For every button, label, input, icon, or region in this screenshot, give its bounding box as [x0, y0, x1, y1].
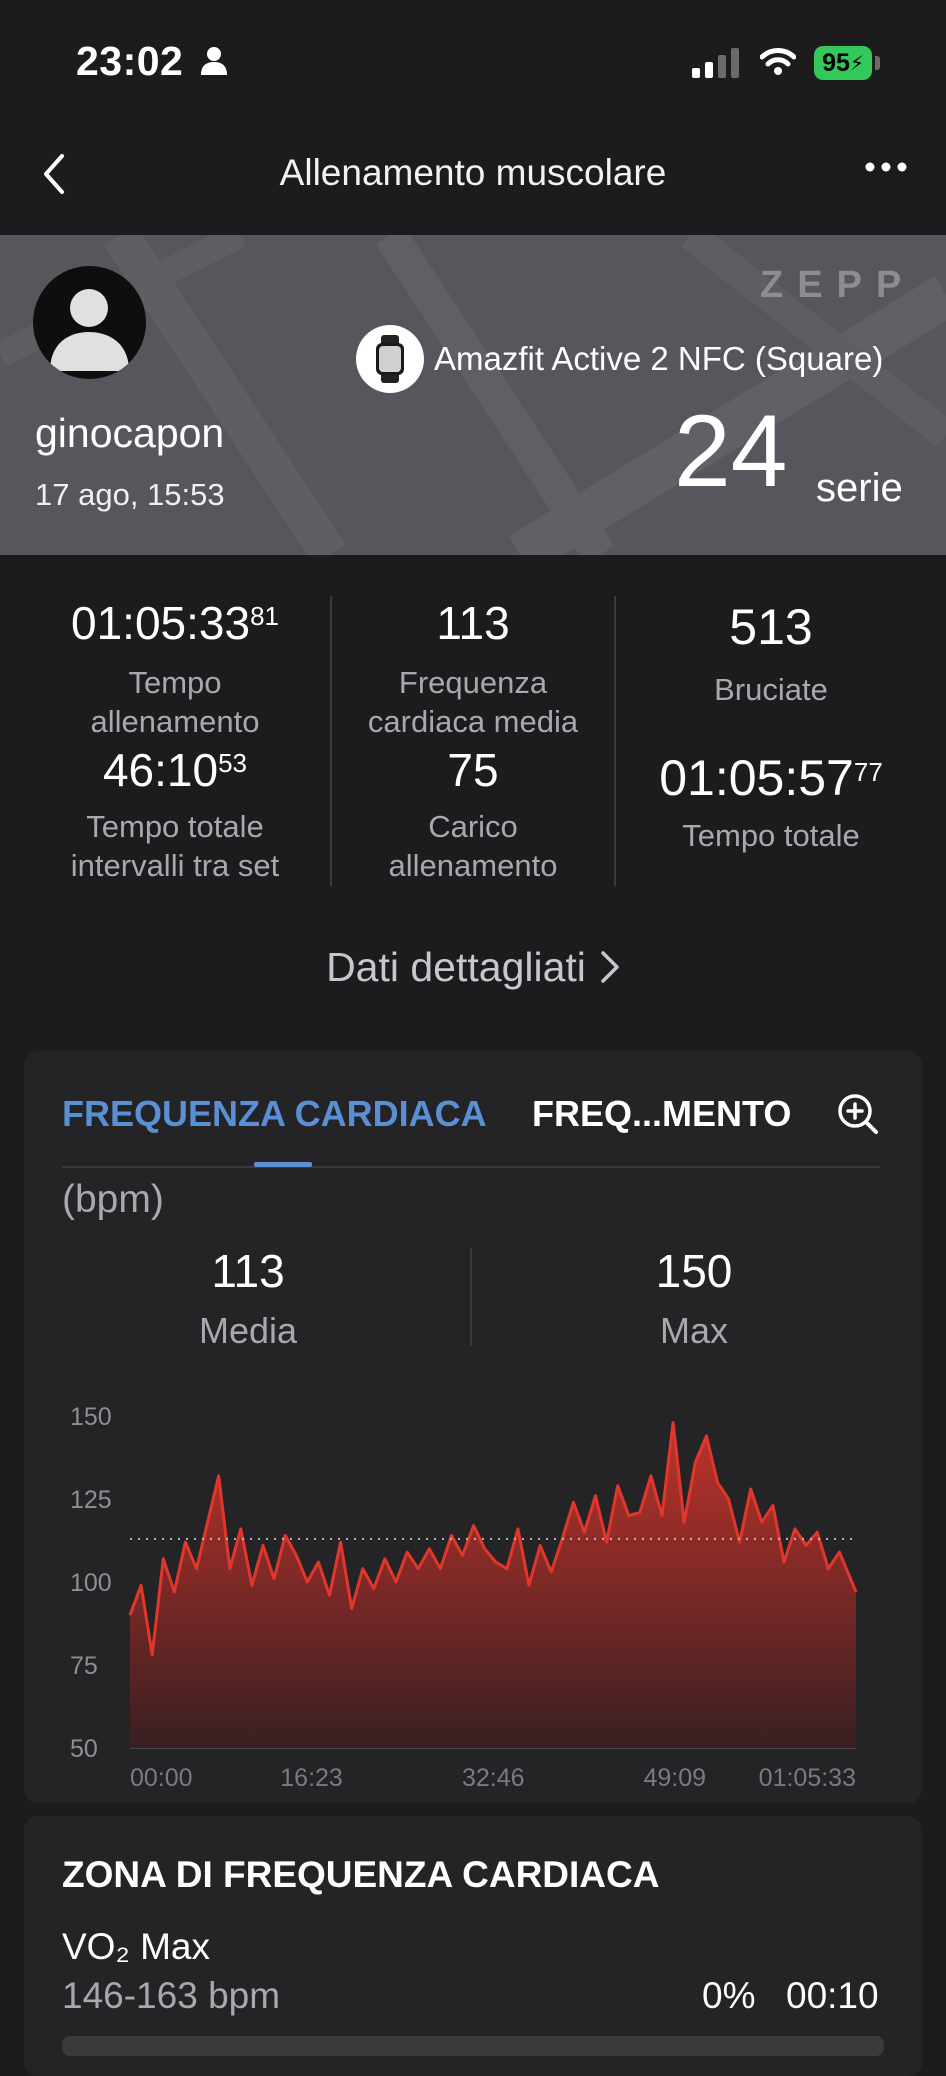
series-count: 24	[674, 394, 788, 508]
watch-icon	[356, 325, 424, 393]
calories-label: Bruciate	[616, 670, 926, 709]
hr-area	[130, 1422, 856, 1748]
training-load-value: 75	[447, 744, 499, 796]
x-tick-label: 32:46	[462, 1764, 525, 1792]
training-load-label-2: allenamento	[388, 848, 558, 883]
rest-time-label: Tempo totale intervalli tra set	[20, 807, 330, 885]
zone-name: VO₂ Max	[62, 1926, 210, 1967]
y-tick-label: 50	[70, 1735, 98, 1763]
divider	[470, 1248, 472, 1346]
status-time: 23:02	[76, 38, 184, 84]
person-icon	[200, 46, 228, 81]
battery-tip	[875, 56, 880, 70]
avg-heart-rate-value: 113	[436, 597, 510, 649]
avg-heart-rate: 113	[332, 596, 614, 650]
zone-range: 146-163 bpm	[62, 1975, 281, 2016]
avg-heart-rate-label-2: cardiaca media	[367, 704, 579, 739]
training-time-label-1: Tempo	[128, 665, 222, 700]
x-tick-label: 01:05:33	[759, 1764, 856, 1792]
tab-divider	[62, 1166, 880, 1168]
avg-heart-rate-label-1: Frequenza	[398, 665, 548, 700]
signal-icon	[692, 48, 742, 83]
y-tick-label: 150	[70, 1403, 112, 1431]
total-time-hundredths: 77	[853, 757, 883, 787]
tab-heart-rate[interactable]: FREQUENZA CARDIACA	[62, 1093, 487, 1135]
heart-rate-chart: 150 125 100 75 50 00:00 16:23 32:46 49:09 01:05:3…	[62, 1394, 882, 1809]
training-time: 01:05:3381	[20, 596, 330, 650]
calories-label-1: Bruciate	[714, 672, 828, 707]
total-time-label: Tempo totale	[616, 816, 926, 855]
active-tab-indicator	[254, 1162, 312, 1167]
detailed-data-link[interactable]: Dati dettagliati	[0, 944, 946, 994]
y-tick-label: 100	[70, 1569, 112, 1597]
zone-section-title: ZONA DI FREQUENZA CARDIACA	[62, 1854, 660, 1895]
max-hr-label: Max	[659, 1310, 728, 1351]
avg-hr-value: 113	[211, 1245, 285, 1297]
rest-time-value: 46:10	[102, 744, 219, 796]
zone-progress-bar	[62, 2036, 884, 2056]
rest-time-label-1: Tempo totale	[86, 809, 264, 844]
training-time-label-2: allenamento	[90, 704, 260, 739]
training-time-hundredths: 81	[250, 601, 279, 631]
wifi-icon	[759, 46, 797, 81]
page-title: Allenamento muscolare	[279, 152, 667, 193]
more-options-icon[interactable]	[864, 160, 908, 179]
username: ginocapon	[35, 410, 225, 456]
rest-time: 46:1053	[20, 743, 330, 797]
x-tick-label: 00:00	[130, 1764, 193, 1792]
battery-level: 95	[822, 48, 850, 77]
max-hr-value: 150	[655, 1245, 733, 1297]
x-tick-label: 49:09	[643, 1764, 706, 1792]
avatar[interactable]	[33, 266, 146, 379]
training-load: 75	[332, 743, 614, 797]
avg-hr-label: Media	[198, 1310, 298, 1351]
total-time-label-1: Tempo totale	[682, 818, 860, 853]
training-time-value: 01:05:33	[71, 597, 251, 649]
zepp-logo: ZEPP	[760, 264, 916, 306]
zoom-in-icon[interactable]	[836, 1092, 880, 1141]
training-load-label-1: Carico	[428, 809, 518, 844]
battery-icon: 95 ⚡	[814, 46, 872, 80]
avg-heart-rate-label: Frequenza cardiaca media	[332, 663, 614, 741]
rest-time-hundredths: 53	[218, 748, 248, 778]
tab-training-frequency[interactable]: FREQ...MENTO	[532, 1093, 791, 1135]
detailed-data-label: Dati dettagliati	[326, 944, 586, 990]
device-name: Amazfit Active 2 NFC (Square)	[434, 340, 884, 377]
zone-percentage: 0%	[702, 1975, 756, 2016]
zone-duration: 00:10	[786, 1975, 879, 2016]
heart-rate-chart-svg: 150 125 100 75 50 00:00 16:23 32:46 49:09 01:05:3…	[70, 1403, 858, 1792]
training-time-label: Tempo allenamento	[20, 663, 330, 741]
workout-date: 17 ago, 15:53	[35, 477, 225, 512]
training-load-label: Carico allenamento	[332, 807, 614, 885]
rest-time-label-2: intervalli tra set	[70, 848, 280, 883]
bpm-unit-label: (bpm)	[62, 1178, 164, 1221]
total-time: 01:05:5777	[616, 749, 926, 807]
calories-value: 513	[729, 599, 813, 655]
status-bar: 23:02 95 ⚡	[0, 0, 946, 120]
chevron-right-icon	[600, 947, 620, 994]
series-unit: serie	[816, 466, 903, 510]
x-tick-label: 16:23	[280, 1764, 343, 1792]
calories-burned: 513	[616, 598, 926, 656]
total-time-value: 01:05:57	[659, 750, 854, 806]
y-tick-label: 125	[70, 1486, 112, 1514]
y-tick-label: 75	[70, 1652, 98, 1680]
